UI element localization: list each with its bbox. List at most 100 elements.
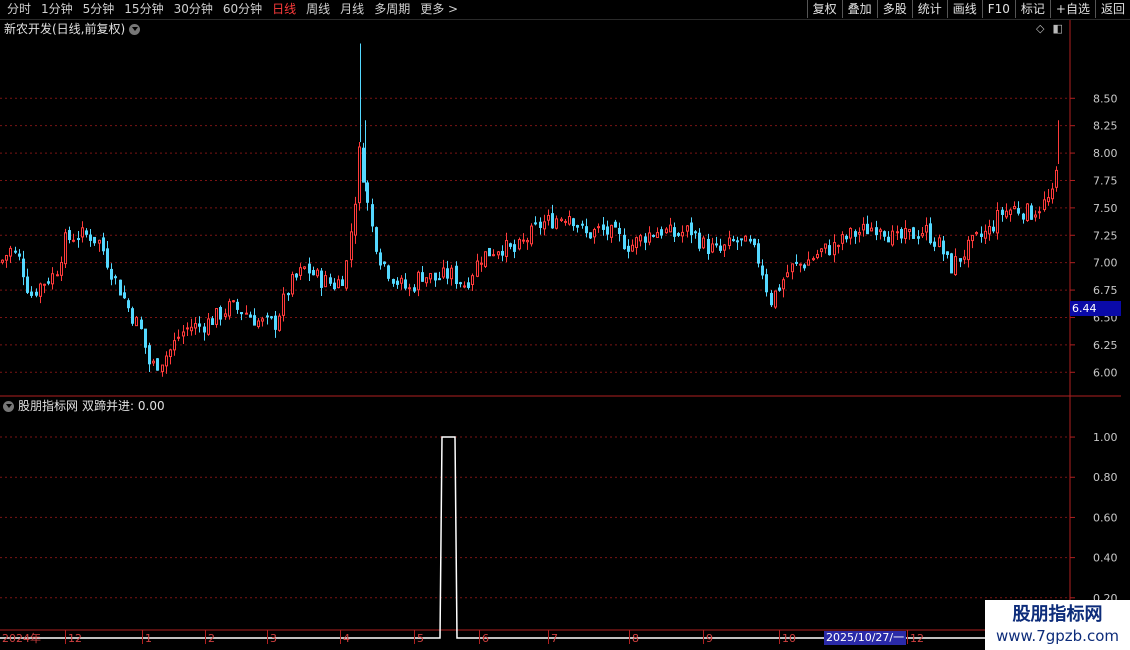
- x-tick-label: 1: [145, 632, 152, 645]
- candle-body: [1047, 197, 1050, 203]
- candle-body: [152, 360, 155, 364]
- x-tick-label: 6: [482, 632, 489, 645]
- candle-body: [106, 248, 109, 268]
- candle-body: [417, 271, 420, 291]
- candle-body: [606, 226, 609, 235]
- candle-body: [564, 220, 567, 223]
- candle-body: [198, 323, 201, 327]
- candle-body: [623, 234, 626, 250]
- watermark-logo: 股朋指标网 www.7gpzb.com: [985, 600, 1130, 650]
- candle-body: [68, 230, 71, 241]
- candle-body: [404, 279, 407, 289]
- candle-body: [551, 213, 554, 229]
- candle-body: [89, 234, 92, 241]
- candle-body: [51, 273, 54, 285]
- candle-body: [194, 323, 197, 329]
- candle-body: [425, 277, 428, 284]
- candle-body: [711, 243, 714, 253]
- candle-body: [228, 301, 231, 317]
- candle-body: [123, 292, 126, 299]
- candle-body: [358, 146, 361, 204]
- candle-body: [93, 236, 96, 244]
- x-tick-label: 4: [343, 632, 350, 645]
- stock-chart[interactable]: 6.006.256.506.757.007.257.507.758.008.25…: [0, 0, 1130, 650]
- candle-body: [803, 264, 806, 269]
- candle-body: [917, 236, 920, 239]
- candle-body: [215, 308, 218, 325]
- candle-body: [866, 223, 869, 235]
- candle-body: [568, 216, 571, 225]
- candle-body: [354, 203, 357, 236]
- candle-body: [959, 258, 962, 262]
- candle-body: [429, 272, 432, 280]
- chevron-down-icon[interactable]: [3, 400, 14, 412]
- candle-body: [870, 227, 873, 232]
- candle-body: [572, 218, 575, 227]
- candle-body: [686, 225, 689, 232]
- candle-body: [522, 239, 525, 242]
- indicator-name: 股朋指标网: [18, 399, 79, 413]
- candle-body: [140, 319, 143, 330]
- x-tick-mark: [65, 630, 66, 644]
- candle-body: [278, 315, 281, 331]
- candle-body: [350, 231, 353, 261]
- candle-body: [156, 358, 159, 371]
- candle-body: [715, 243, 718, 246]
- candle-body: [971, 234, 974, 242]
- candle-body: [719, 245, 722, 251]
- candle-body: [245, 312, 248, 315]
- candle-body: [467, 282, 470, 288]
- candle-body: [942, 240, 945, 255]
- y-tick-label: 6.00: [1093, 366, 1118, 379]
- candle-body: [249, 314, 252, 318]
- candle-body: [585, 226, 588, 234]
- candle-body: [757, 243, 760, 264]
- y-tick-label: 8.50: [1093, 92, 1118, 105]
- cursor-date-label: 2025/10/27/一: [824, 631, 906, 645]
- candle-body: [1022, 213, 1025, 220]
- candle-body: [778, 287, 781, 291]
- candle-body: [732, 239, 735, 242]
- candle-body: [543, 221, 546, 230]
- candle-body: [749, 238, 752, 242]
- y-tick-label: 6.75: [1093, 284, 1118, 297]
- candle-body: [812, 258, 815, 261]
- candle-body: [173, 340, 176, 351]
- candle-body: [673, 227, 676, 237]
- candle-body: [387, 265, 390, 279]
- y-tick-label: 7.75: [1093, 174, 1118, 187]
- candle-body: [799, 263, 802, 266]
- candle-body: [476, 260, 479, 277]
- candle-body: [169, 349, 172, 358]
- candle-body: [644, 236, 647, 243]
- candle-body: [408, 287, 411, 290]
- candle-body: [144, 328, 147, 348]
- candle-body: [22, 258, 25, 278]
- candle-body: [148, 345, 151, 365]
- x-tick-mark: [779, 630, 780, 644]
- candle-body: [887, 236, 890, 243]
- x-tick-label: 7: [551, 632, 558, 645]
- candle-body: [816, 253, 819, 259]
- x-tick-label: 8: [632, 632, 639, 645]
- x-tick-mark: [142, 630, 143, 644]
- candle-body: [988, 225, 991, 235]
- candle-body: [900, 229, 903, 239]
- side-panel-strip[interactable]: [1121, 20, 1130, 630]
- indicator-line: [0, 436, 1070, 639]
- y-tick-label: 7.25: [1093, 229, 1118, 242]
- candle-body: [371, 204, 374, 227]
- candle-body: [165, 355, 168, 367]
- candle-body: [833, 242, 836, 256]
- candle-body: [1055, 169, 1058, 188]
- candle-body: [396, 280, 399, 285]
- candle-body: [996, 209, 999, 234]
- candle-body: [39, 283, 42, 297]
- candle-body: [677, 233, 680, 236]
- candle-body: [740, 238, 743, 241]
- candle-body: [929, 223, 932, 244]
- candle-body: [1043, 199, 1046, 211]
- candle-body: [921, 233, 924, 237]
- candle-body: [875, 227, 878, 236]
- candle-body: [526, 240, 529, 243]
